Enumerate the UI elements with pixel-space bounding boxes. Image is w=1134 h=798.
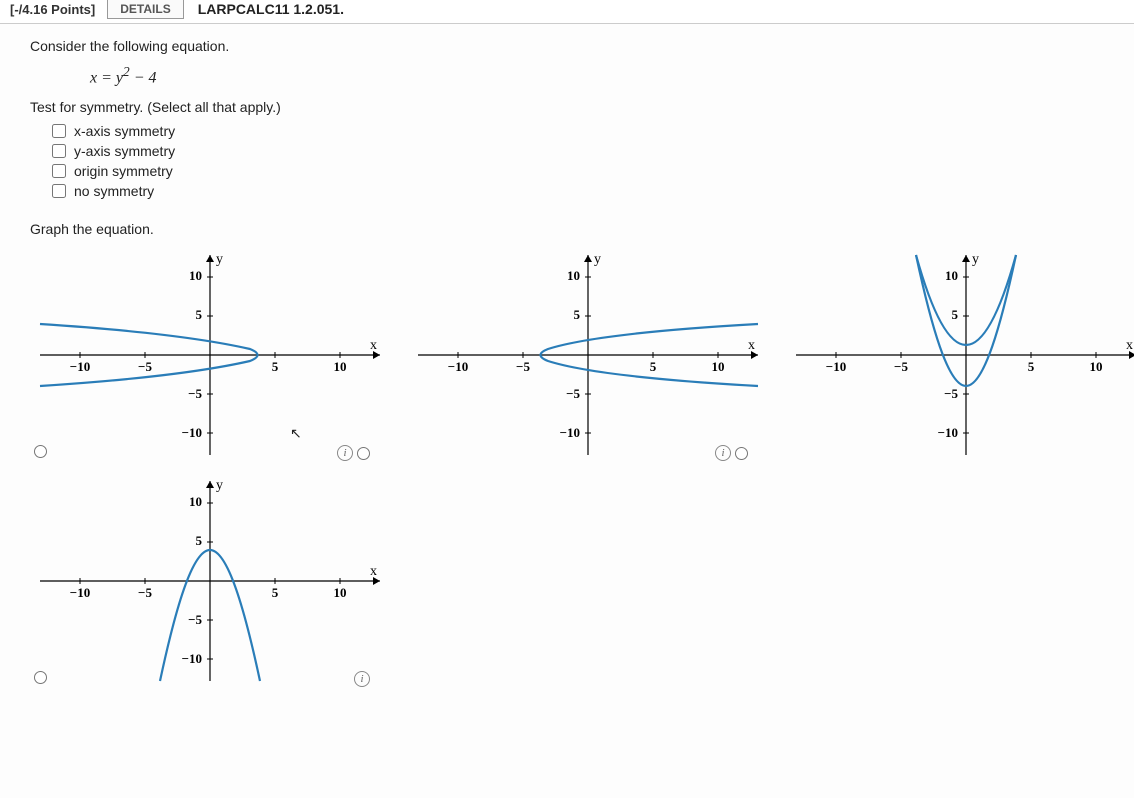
graph-row-1: −10 −5 5 10 10 5 −5 −10 y x i [30, 245, 1134, 465]
checkbox-origin[interactable] [52, 164, 66, 178]
svg-text:−5: −5 [894, 359, 908, 374]
svg-text:10: 10 [1090, 359, 1103, 374]
question-content: Consider the following equation. x = y2 … [0, 24, 1134, 691]
option-label: no symmetry [74, 183, 154, 199]
svg-text:10: 10 [712, 359, 725, 374]
svg-text:5: 5 [272, 585, 279, 600]
graph-c-svg: −10 −5 5 10 10 5 −5 −10 y x [786, 245, 1134, 465]
svg-text:5: 5 [196, 307, 203, 322]
info-area-a: i [337, 445, 370, 461]
radio-graph-a-alt[interactable] [357, 447, 370, 460]
svg-text:−10: −10 [182, 425, 202, 440]
svg-text:x: x [748, 338, 755, 353]
svg-text:10: 10 [334, 359, 347, 374]
svg-text:−10: −10 [826, 359, 846, 374]
graph-option-c: −10 −5 5 10 10 5 −5 −10 y x [786, 245, 1134, 465]
graph-option-b: −10 −5 5 10 10 5 −5 −10 y x i [408, 245, 768, 465]
radio-graph-b-alt[interactable] [735, 447, 748, 460]
checkbox-x-axis[interactable] [52, 124, 66, 138]
info-area-d: i [354, 671, 370, 687]
info-area-b: i [715, 445, 748, 461]
svg-text:−10: −10 [560, 425, 580, 440]
question-header: [-/4.16 Points] DETAILS LARPCALC11 1.2.0… [0, 0, 1134, 24]
svg-text:5: 5 [1028, 359, 1035, 374]
svg-text:x: x [370, 338, 377, 353]
svg-text:10: 10 [945, 268, 958, 283]
svg-text:−5: −5 [566, 386, 580, 401]
svg-text:10: 10 [567, 268, 580, 283]
svg-text:−10: −10 [182, 651, 202, 666]
svg-text:5: 5 [196, 533, 203, 548]
radio-graph-a[interactable] [34, 445, 47, 458]
eq-rhs-base: y [116, 69, 123, 86]
graph-d-svg: −10 −5 5 10 10 5 −5 −10 y x [30, 471, 390, 691]
graph-b-svg: −10 −5 5 10 10 5 −5 −10 y x [408, 245, 768, 465]
svg-text:−5: −5 [188, 612, 202, 627]
svg-text:y: y [594, 252, 601, 267]
details-button[interactable]: DETAILS [107, 0, 183, 19]
checkbox-y-axis[interactable] [52, 144, 66, 158]
points-label: [-/4.16 Points] [10, 2, 107, 17]
prompt-text: Consider the following equation. [30, 38, 1134, 54]
svg-text:y: y [972, 252, 979, 267]
option-y-axis[interactable]: y-axis symmetry [52, 143, 1134, 159]
svg-text:−5: −5 [138, 585, 152, 600]
radio-graph-d[interactable] [34, 671, 47, 684]
svg-text:−10: −10 [70, 359, 90, 374]
graph-option-a: −10 −5 5 10 10 5 −5 −10 y x i [30, 245, 390, 465]
svg-text:−5: −5 [516, 359, 530, 374]
svg-text:5: 5 [272, 359, 279, 374]
option-label: x-axis symmetry [74, 123, 175, 139]
svg-text:−10: −10 [70, 585, 90, 600]
question-reference: LARPCALC11 1.2.051. [198, 1, 344, 17]
graph-option-d: −10 −5 5 10 10 5 −5 −10 y x i [30, 471, 390, 691]
eq-rhs-exp: 2 [123, 64, 130, 79]
svg-text:10: 10 [189, 494, 202, 509]
eq-rhs-tail: − 4 [130, 69, 157, 86]
option-label: origin symmetry [74, 163, 173, 179]
info-icon[interactable]: i [354, 671, 370, 687]
graph-prompt: Graph the equation. [30, 221, 1134, 237]
instruction-text: Test for symmetry. (Select all that appl… [30, 99, 1134, 115]
svg-text:−5: −5 [188, 386, 202, 401]
info-icon[interactable]: i [337, 445, 353, 461]
eq-eq: = [97, 69, 116, 86]
svg-text:10: 10 [334, 585, 347, 600]
svg-text:5: 5 [574, 307, 581, 322]
equation: x = y2 − 4 [90, 64, 1134, 87]
svg-text:−5: −5 [944, 386, 958, 401]
option-x-axis[interactable]: x-axis symmetry [52, 123, 1134, 139]
svg-text:5: 5 [650, 359, 657, 374]
svg-text:5: 5 [952, 307, 959, 322]
checkbox-no-symmetry[interactable] [52, 184, 66, 198]
graph-row-2: −10 −5 5 10 10 5 −5 −10 y x i [30, 471, 1134, 691]
svg-text:10: 10 [189, 268, 202, 283]
symmetry-options: x-axis symmetry y-axis symmetry origin s… [52, 123, 1134, 199]
graph-a-svg: −10 −5 5 10 10 5 −5 −10 y x [30, 245, 390, 465]
svg-text:−5: −5 [138, 359, 152, 374]
svg-text:−10: −10 [938, 425, 958, 440]
option-no-symmetry[interactable]: no symmetry [52, 183, 1134, 199]
info-icon[interactable]: i [715, 445, 731, 461]
svg-text:y: y [216, 252, 223, 267]
svg-text:y: y [216, 478, 223, 493]
svg-text:x: x [1126, 338, 1133, 353]
svg-text:−10: −10 [448, 359, 468, 374]
option-label: y-axis symmetry [74, 143, 175, 159]
option-origin[interactable]: origin symmetry [52, 163, 1134, 179]
svg-text:x: x [370, 564, 377, 579]
